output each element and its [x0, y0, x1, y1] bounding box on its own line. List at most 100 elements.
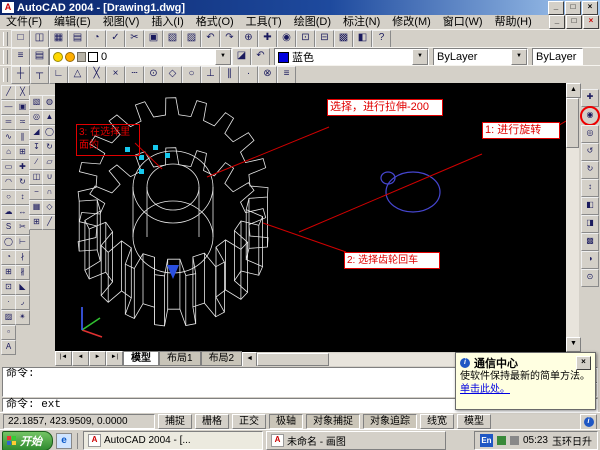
snap-quadrant-icon[interactable]: ◇ [163, 66, 182, 84]
menu-tools[interactable]: 工具(T) [240, 15, 288, 29]
arc-icon[interactable]: ◠ [1, 175, 16, 190]
tray-volume-icon[interactable] [510, 436, 519, 445]
tab-prev-icon[interactable]: ◄ [72, 351, 89, 366]
close-icon[interactable]: × [582, 1, 598, 15]
polyline-icon[interactable]: ∿ [1, 130, 16, 145]
vertical-scroll-thumb[interactable] [566, 98, 579, 148]
erase-icon[interactable]: ╳ [15, 85, 30, 100]
undo-icon[interactable]: ↶ [201, 30, 220, 48]
scroll-down-icon[interactable]: ▼ [566, 337, 581, 352]
scroll-left-icon[interactable]: ◄ [242, 352, 257, 367]
start-button[interactable]: 开始 [2, 431, 53, 450]
menu-insert[interactable]: 插入(I) [145, 15, 189, 29]
mdi-restore-icon[interactable]: □ [566, 15, 582, 29]
layers-manager-icon[interactable]: ≡ [11, 48, 30, 66]
zoom-window-icon[interactable]: ⊡ [296, 30, 315, 48]
ellipse-arc-icon[interactable]: ◔ [1, 250, 16, 265]
dropdown-arrow-icon[interactable]: ▼ [511, 49, 527, 65]
status-toggle-lineweight[interactable]: 线宽 [420, 414, 454, 429]
ellipse-icon[interactable]: ◯ [1, 235, 16, 250]
break-icon[interactable]: ∦ [15, 265, 30, 280]
snap-perpendicular-icon[interactable]: ⊥ [201, 66, 220, 84]
status-toggle-grid[interactable]: 栅格 [195, 414, 229, 429]
insert-block-icon[interactable]: ⊞ [1, 265, 16, 280]
snap-intersection-icon[interactable]: ╳ [87, 66, 106, 84]
scroll-up-icon[interactable]: ▲ [566, 83, 581, 98]
menu-view[interactable]: 视图(V) [97, 15, 146, 29]
maximize-icon[interactable]: □ [565, 1, 581, 15]
zoom-previous-icon[interactable]: ⊟ [315, 30, 334, 48]
copy-icon[interactable]: ▣ [144, 30, 163, 48]
status-toggle-polar[interactable]: 极轴 [269, 414, 303, 429]
menu-window[interactable]: 窗口(W) [437, 15, 489, 29]
construction-line-icon[interactable]: — [1, 100, 16, 115]
layout1-tab[interactable]: 布局1 [159, 351, 201, 366]
three-d-zoom-icon[interactable]: ◎ [581, 125, 599, 143]
minimize-icon[interactable]: _ [548, 1, 564, 15]
layer-states-icon[interactable]: ▤ [30, 48, 49, 66]
tray-clock[interactable]: 05:23 [523, 435, 548, 446]
three-d-continuous-orbit-icon[interactable]: ↻ [581, 161, 599, 179]
dropdown-arrow-icon[interactable]: ▼ [215, 49, 231, 65]
three-d-swivel-icon[interactable]: ↺ [581, 143, 599, 161]
osnap-settings-icon[interactable]: ≡ [277, 66, 296, 84]
popup-click-here-link[interactable]: 单击此处。 [460, 383, 591, 396]
layout2-tab[interactable]: 布局2 [201, 351, 243, 366]
explode-icon[interactable]: ✴ [15, 310, 30, 325]
menu-modify[interactable]: 修改(M) [386, 15, 437, 29]
designcenter-icon[interactable]: ◧ [353, 30, 372, 48]
snap-nearest-icon[interactable]: ⊗ [258, 66, 277, 84]
menu-dimension[interactable]: 标注(N) [337, 15, 386, 29]
status-toggle-otrack[interactable]: 对象追踪 [363, 414, 417, 429]
three-d-orbit-icon[interactable]: ◉ [581, 107, 599, 125]
hatch-icon[interactable]: ▨ [1, 310, 16, 325]
camera-icon[interactable]: ⊙ [581, 269, 599, 287]
comm-center-tray-icon[interactable]: i [580, 414, 597, 430]
array-icon[interactable]: ⊞ [15, 145, 30, 160]
spelling-icon[interactable]: ✓ [106, 30, 125, 48]
linetype-dropdown[interactable]: ByLayer ▼ [433, 48, 528, 66]
temporary-track-point-icon[interactable]: ┼ [11, 66, 30, 84]
mirror-icon[interactable]: ≍ [15, 115, 30, 130]
properties-icon[interactable]: ▩ [334, 30, 353, 48]
move-icon[interactable]: ✚ [15, 160, 30, 175]
status-toggle-snap[interactable]: 捕捉 [158, 414, 192, 429]
pan-realtime-icon[interactable]: ✚ [258, 30, 277, 48]
rotate-icon[interactable]: ↻ [15, 175, 30, 190]
lineweight-dropdown[interactable]: ByLayer [532, 48, 583, 66]
toolbar-grip[interactable] [3, 50, 8, 64]
spline-icon[interactable]: S [1, 220, 16, 235]
front-clip-icon[interactable]: ◧ [581, 197, 599, 215]
layer-previous-icon[interactable]: ↶ [251, 48, 270, 66]
circle-icon[interactable]: ○ [1, 190, 16, 205]
snap-parallel-icon[interactable]: ∥ [220, 66, 239, 84]
point-icon[interactable]: · [1, 295, 16, 310]
help-icon[interactable]: ? [372, 30, 391, 48]
canvas-vertical-scrollbar[interactable]: ▲ ▼ [566, 83, 579, 352]
zoom-realtime-icon[interactable]: ◉ [277, 30, 296, 48]
menu-file[interactable]: 文件(F) [0, 15, 48, 29]
insert-hyperlink-icon[interactable]: ⊕ [239, 30, 258, 48]
quick-launch-ie-icon[interactable]: e [56, 433, 72, 449]
make-block-icon[interactable]: ⊡ [1, 280, 16, 295]
revision-cloud-icon[interactable]: ☁ [1, 205, 16, 220]
region-icon[interactable]: ▫ [1, 325, 16, 340]
status-toggle-ortho[interactable]: 正交 [232, 414, 266, 429]
paste-icon[interactable]: ▧ [163, 30, 182, 48]
mdi-minimize-icon[interactable]: _ [549, 15, 565, 29]
status-toggle-model[interactable]: 模型 [457, 414, 491, 429]
tray-status-icon[interactable] [497, 436, 506, 445]
polygon-icon[interactable]: ⌂ [1, 145, 16, 160]
line-icon[interactable]: ╱ [1, 85, 16, 100]
snap-center-icon[interactable]: ⊙ [144, 66, 163, 84]
break-point-icon[interactable]: ∤ [15, 250, 30, 265]
tab-first-icon[interactable]: |◄ [55, 351, 72, 366]
rectangle-icon[interactable]: ▭ [1, 160, 16, 175]
snap-from-icon[interactable]: ┬ [30, 66, 49, 84]
trim-icon[interactable]: ✂ [15, 220, 30, 235]
open-file-icon[interactable]: ◫ [30, 30, 49, 48]
snap-midpoint-icon[interactable]: △ [68, 66, 87, 84]
match-properties-icon[interactable]: ▨ [182, 30, 201, 48]
snap-endpoint-icon[interactable]: ∟ [49, 66, 68, 84]
drawing-canvas[interactable]: 选择，进行拉伸-200 3: 在选择里面的 1: 进行旋转 2: 选择齿轮回车 [55, 83, 566, 352]
